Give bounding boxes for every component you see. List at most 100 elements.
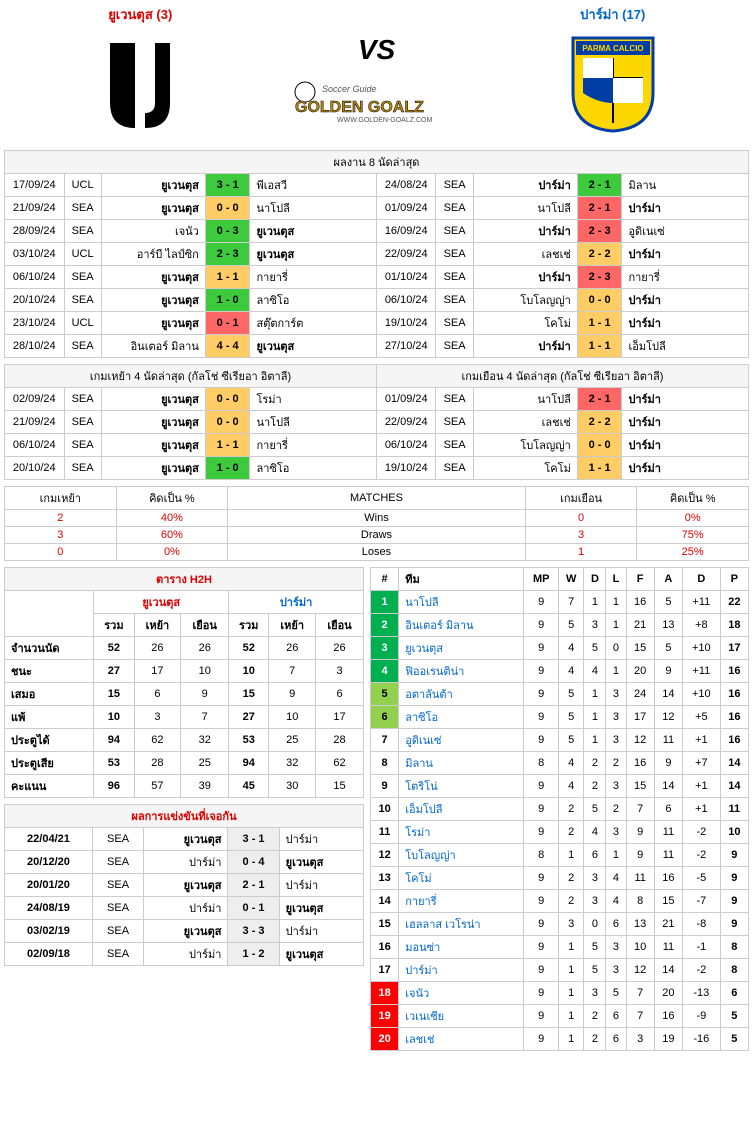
meet-comp: SEA (92, 897, 143, 920)
lt-cell: +5 (683, 706, 721, 729)
comp-cell: SEA (436, 312, 473, 335)
comp-cell: SEA (64, 220, 101, 243)
home-cell: ยูเวนตุส (101, 289, 205, 312)
comp-cell: UCL (64, 174, 101, 197)
lt-cell: 9 (524, 959, 558, 982)
date-cell: 17/09/24 (5, 174, 65, 197)
lt-cell: 2 (558, 890, 584, 913)
away-cell: กายารี่ (622, 266, 749, 289)
away-cell: ปาร์ม่า (622, 434, 749, 457)
comp-cell: SEA (436, 289, 473, 312)
meet-date: 20/12/20 (5, 851, 93, 874)
h2h-subheader: รวม (229, 614, 269, 637)
record-table: เกมเหย้า คิดเป็น % MATCHES เกมเยือน คิดเ… (4, 486, 749, 561)
lt-team: นาโปลี (399, 591, 524, 614)
lt-cell: 8 (720, 936, 748, 959)
lt-cell: 5 (558, 683, 584, 706)
h2h-title: ตาราง H2H (5, 568, 364, 591)
home-cell: ยูเวนตุส (101, 388, 205, 411)
lt-cell: 1 (606, 660, 626, 683)
score-cell: 3 - 1 (205, 174, 250, 197)
comp-cell: SEA (436, 243, 473, 266)
lt-cell: 9 (626, 821, 654, 844)
away-cell: ลาซิโอ (250, 289, 376, 312)
comp-cell: SEA (436, 174, 473, 197)
away-cell: เอ็มโปลี (622, 335, 749, 358)
lt-cell: 17 (626, 706, 654, 729)
lt-cell: 4 (606, 890, 626, 913)
h2h-cell: 26 (181, 637, 229, 660)
lt-cell: 4 (584, 660, 606, 683)
lt-rank: 12 (371, 844, 399, 867)
lt-team: กายารี่ (399, 890, 524, 913)
score-cell: 0 - 0 (205, 388, 250, 411)
h2h-home: ยูเวนตุส (94, 591, 229, 614)
away-cell: อูดิเนเซ่ (622, 220, 749, 243)
comp-cell: SEA (64, 289, 101, 312)
lt-header: F (626, 568, 654, 591)
meet-score: 2 - 1 (228, 874, 279, 897)
meet-date: 20/01/20 (5, 874, 93, 897)
record-away-val: 3 (525, 527, 637, 544)
home-cell: ยูเวนตุส (101, 266, 205, 289)
lt-cell: -2 (683, 821, 721, 844)
lt-cell: 9 (720, 867, 748, 890)
meet-away: ยูเวนตุส (279, 943, 363, 966)
lt-rank: 17 (371, 959, 399, 982)
h2h-cell: 7 (181, 706, 229, 729)
record-home-val: 2 (5, 510, 117, 527)
date-cell: 28/09/24 (5, 220, 65, 243)
h2h-cell: 27 (229, 706, 269, 729)
h2h-row-label: จำนวนนัด (5, 637, 94, 660)
score-cell: 0 - 0 (205, 411, 250, 434)
date-cell: 21/09/24 (5, 197, 65, 220)
lt-cell: 1 (558, 936, 584, 959)
lt-cell: +7 (683, 752, 721, 775)
lt-cell: 9 (524, 729, 558, 752)
lt-cell: 6 (606, 1005, 626, 1028)
lt-cell: 9 (524, 683, 558, 706)
h2h-row-label: แพ้ (5, 706, 94, 729)
lt-cell: 1 (558, 844, 584, 867)
h2h-away: ปาร์ม่า (229, 591, 364, 614)
home-cell: ยูเวนตุส (101, 174, 205, 197)
site-logo: Soccer Guide GOLDEN GOALZ WWW.GOLDEN-GOA… (277, 74, 477, 127)
comp-cell: SEA (436, 220, 473, 243)
h2h-cell: 28 (316, 729, 364, 752)
h2h-cell: 28 (134, 752, 181, 775)
lt-cell: 8 (626, 890, 654, 913)
meet-home: ยูเวนตุส (144, 920, 228, 943)
date-cell: 20/10/24 (5, 457, 65, 480)
home-team-logo (4, 33, 277, 136)
lt-cell: 9 (720, 913, 748, 936)
away-cell: นาโปลี (250, 411, 376, 434)
lt-header: A (654, 568, 682, 591)
comp-cell: SEA (436, 411, 473, 434)
h2h-cell: 10 (269, 706, 316, 729)
meet-date: 03/02/19 (5, 920, 93, 943)
h2h-cell: 52 (94, 637, 134, 660)
away-cell: ปาร์ม่า (622, 457, 749, 480)
lt-cell: 11 (654, 821, 682, 844)
date-cell: 06/10/24 (5, 266, 65, 289)
meet-home: ปาร์ม่า (144, 851, 228, 874)
lt-cell: 4 (558, 752, 584, 775)
lt-cell: 3 (606, 959, 626, 982)
date-cell: 06/10/24 (376, 289, 436, 312)
record-away-val: 0 (525, 510, 637, 527)
lt-rank: 13 (371, 867, 399, 890)
record-hdr-away: เกมเยือน (525, 487, 637, 510)
h2h-cell: 53 (94, 752, 134, 775)
meet-comp: SEA (92, 943, 143, 966)
meet-away: ยูเวนตุส (279, 897, 363, 920)
lt-rank: 7 (371, 729, 399, 752)
lt-cell: 9 (524, 660, 558, 683)
lt-cell: +8 (683, 614, 721, 637)
date-cell: 01/09/24 (376, 388, 436, 411)
away-team-logo: PARMA CALCIO (477, 33, 750, 136)
lt-cell: 9 (524, 982, 558, 1005)
lt-rank: 5 (371, 683, 399, 706)
lt-cell: 5 (720, 1005, 748, 1028)
lt-cell: 10 (720, 821, 748, 844)
lt-cell: 2 (606, 798, 626, 821)
